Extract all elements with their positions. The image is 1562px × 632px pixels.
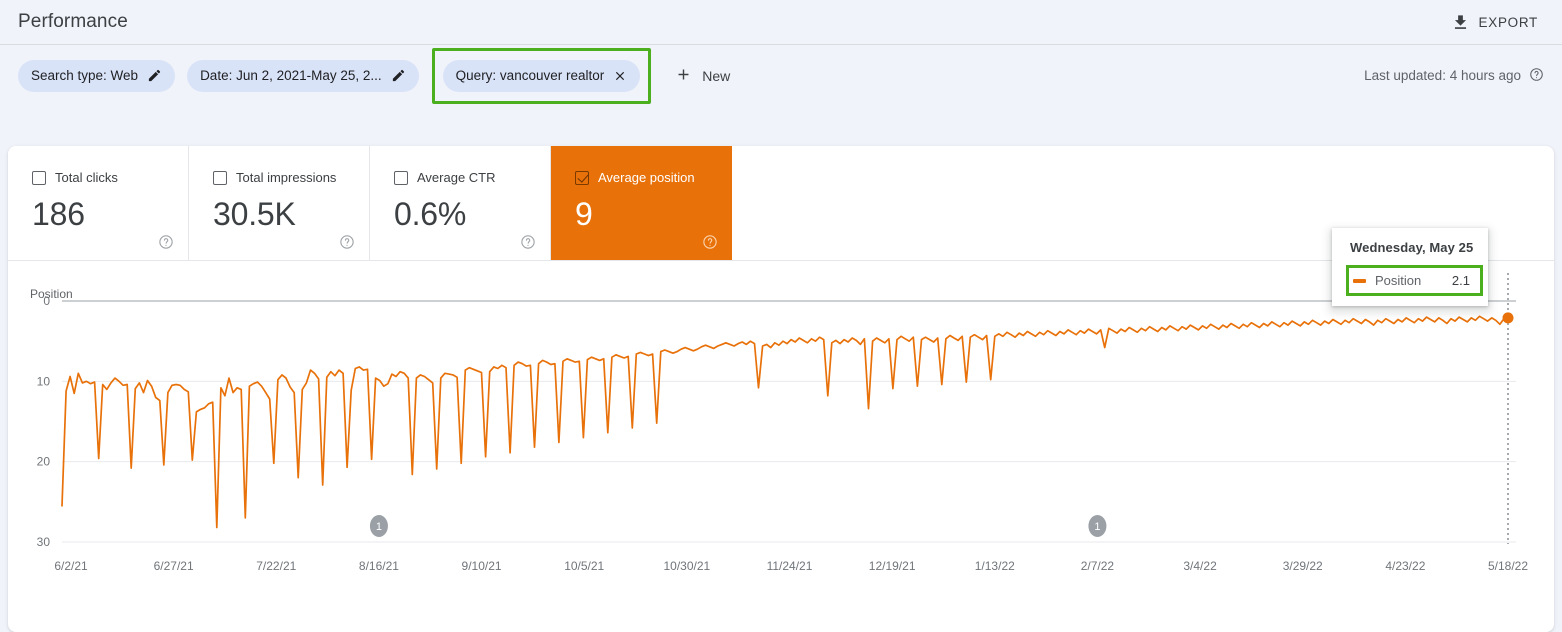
chart-highlighted-point[interactable]	[1502, 312, 1514, 324]
x-tick-label: 8/16/21	[359, 559, 399, 573]
y-tick-label: 0	[43, 294, 50, 308]
series-swatch-icon	[1353, 278, 1366, 283]
x-tick-label: 3/29/22	[1283, 559, 1323, 573]
x-tick-label: 9/10/21	[462, 559, 502, 573]
new-filter-label: New	[702, 67, 731, 84]
x-tick-label: 11/24/21	[767, 559, 813, 573]
x-tick-label: 3/4/22	[1183, 559, 1217, 573]
metric-header: Average CTR	[394, 170, 550, 185]
metric-value: 186	[32, 196, 85, 232]
filter-bar: Search type: Web Date: Jun 2, 2021-May 2…	[0, 45, 1562, 106]
metric-cards-row: Total clicks 186 Total impressions 30.5K…	[8, 146, 1554, 261]
svg-text:1: 1	[376, 521, 382, 533]
download-icon	[1451, 13, 1470, 32]
x-tick-label: 6/27/21	[154, 559, 194, 573]
y-tick-label: 20	[37, 455, 51, 469]
pencil-icon[interactable]	[147, 68, 162, 83]
x-tick-label: 6/2/21	[54, 559, 88, 573]
metric-label: Average position	[598, 170, 695, 185]
filter-chip-label: Query: vancouver realtor	[455, 67, 605, 83]
x-tick-label: 10/5/21	[564, 559, 604, 573]
metric-value: 0.6%	[394, 196, 467, 232]
help-icon[interactable]	[702, 234, 718, 250]
help-icon[interactable]	[520, 234, 536, 250]
help-icon[interactable]	[339, 234, 355, 250]
y-tick-label: 30	[37, 535, 51, 549]
filter-chip-date[interactable]: Date: Jun 2, 2021-May 25, 2...	[187, 59, 419, 92]
filter-chip-query[interactable]: Query: vancouver realtor	[442, 59, 641, 92]
pencil-icon[interactable]	[391, 68, 406, 83]
y-tick-label: 10	[37, 374, 51, 388]
metric-header: Average position	[575, 170, 732, 185]
last-updated: Last updated: 4 hours ago	[1364, 67, 1544, 85]
new-filter-button[interactable]: New	[665, 60, 740, 92]
export-label: EXPORT	[1478, 14, 1538, 30]
metric-label: Total impressions	[236, 170, 337, 185]
checkbox-unchecked-icon[interactable]	[32, 170, 46, 185]
page-title: Performance	[18, 11, 128, 32]
x-tick-label: 1/13/22	[975, 559, 1015, 573]
x-tick-label: 4/23/22	[1385, 559, 1425, 573]
highlight-box-tooltip-row: Position 2.1	[1346, 265, 1483, 296]
app-header: Performance EXPORT	[0, 0, 1562, 44]
tooltip-date: Wednesday, May 25	[1350, 240, 1474, 255]
svg-text:1: 1	[1094, 521, 1100, 533]
close-icon[interactable]	[613, 69, 627, 83]
plus-icon	[675, 66, 692, 86]
x-tick-label: 5/18/22	[1488, 559, 1528, 573]
x-tick-label: 10/30/21	[663, 559, 710, 573]
checkbox-unchecked-icon[interactable]	[213, 170, 227, 185]
x-tick-label: 12/19/21	[869, 559, 916, 573]
chart-tooltip: Wednesday, May 25 Position 2.1	[1332, 228, 1488, 306]
metric-card-total-impressions[interactable]: Total impressions 30.5K	[189, 146, 370, 260]
x-tick-label: 2/7/22	[1081, 559, 1115, 573]
metric-header: Total clicks	[32, 170, 188, 185]
chart-canvas[interactable]: 0 10 20 306/2/21 6/27/21 7/22/21 8/16/21 9/10/2…	[8, 261, 1554, 631]
chart-annotation-marker[interactable]: 1	[369, 515, 388, 537]
metric-card-average-position[interactable]: Average position 9	[551, 146, 732, 260]
metric-header: Total impressions	[213, 170, 369, 185]
metric-value: 30.5K	[213, 196, 296, 232]
filter-chip-label: Date: Jun 2, 2021-May 25, 2...	[200, 67, 382, 83]
x-tick-label: 7/22/21	[256, 559, 296, 573]
highlight-box-query-chip: Query: vancouver realtor	[431, 47, 652, 104]
filter-chip-search-type[interactable]: Search type: Web	[18, 59, 176, 92]
help-icon[interactable]	[158, 234, 174, 250]
metric-label: Average CTR	[417, 170, 496, 185]
export-button[interactable]: EXPORT	[1447, 9, 1542, 36]
metric-label: Total clicks	[55, 170, 118, 185]
metric-value: 9	[575, 196, 593, 232]
filter-chip-label: Search type: Web	[31, 67, 139, 83]
performance-panel: Total clicks 186 Total impressions 30.5K…	[8, 146, 1554, 632]
chart-annotation-marker[interactable]: 1	[1088, 515, 1107, 537]
chart-line-position	[61, 315, 1509, 529]
metric-card-total-clicks[interactable]: Total clicks 186	[8, 146, 189, 260]
performance-chart[interactable]: Position 0 10 20 30 6/2/21 6/27/21 7/22/21 8/16…	[8, 261, 1554, 631]
help-icon[interactable]	[1529, 67, 1544, 85]
checkbox-checked-icon[interactable]	[575, 170, 589, 185]
tooltip-series-value: 2.1	[1451, 273, 1470, 288]
checkbox-unchecked-icon[interactable]	[394, 170, 408, 185]
last-updated-label: Last updated: 4 hours ago	[1364, 68, 1521, 83]
metric-card-average-ctr[interactable]: Average CTR 0.6%	[370, 146, 551, 260]
tooltip-series-name: Position	[1375, 273, 1422, 288]
